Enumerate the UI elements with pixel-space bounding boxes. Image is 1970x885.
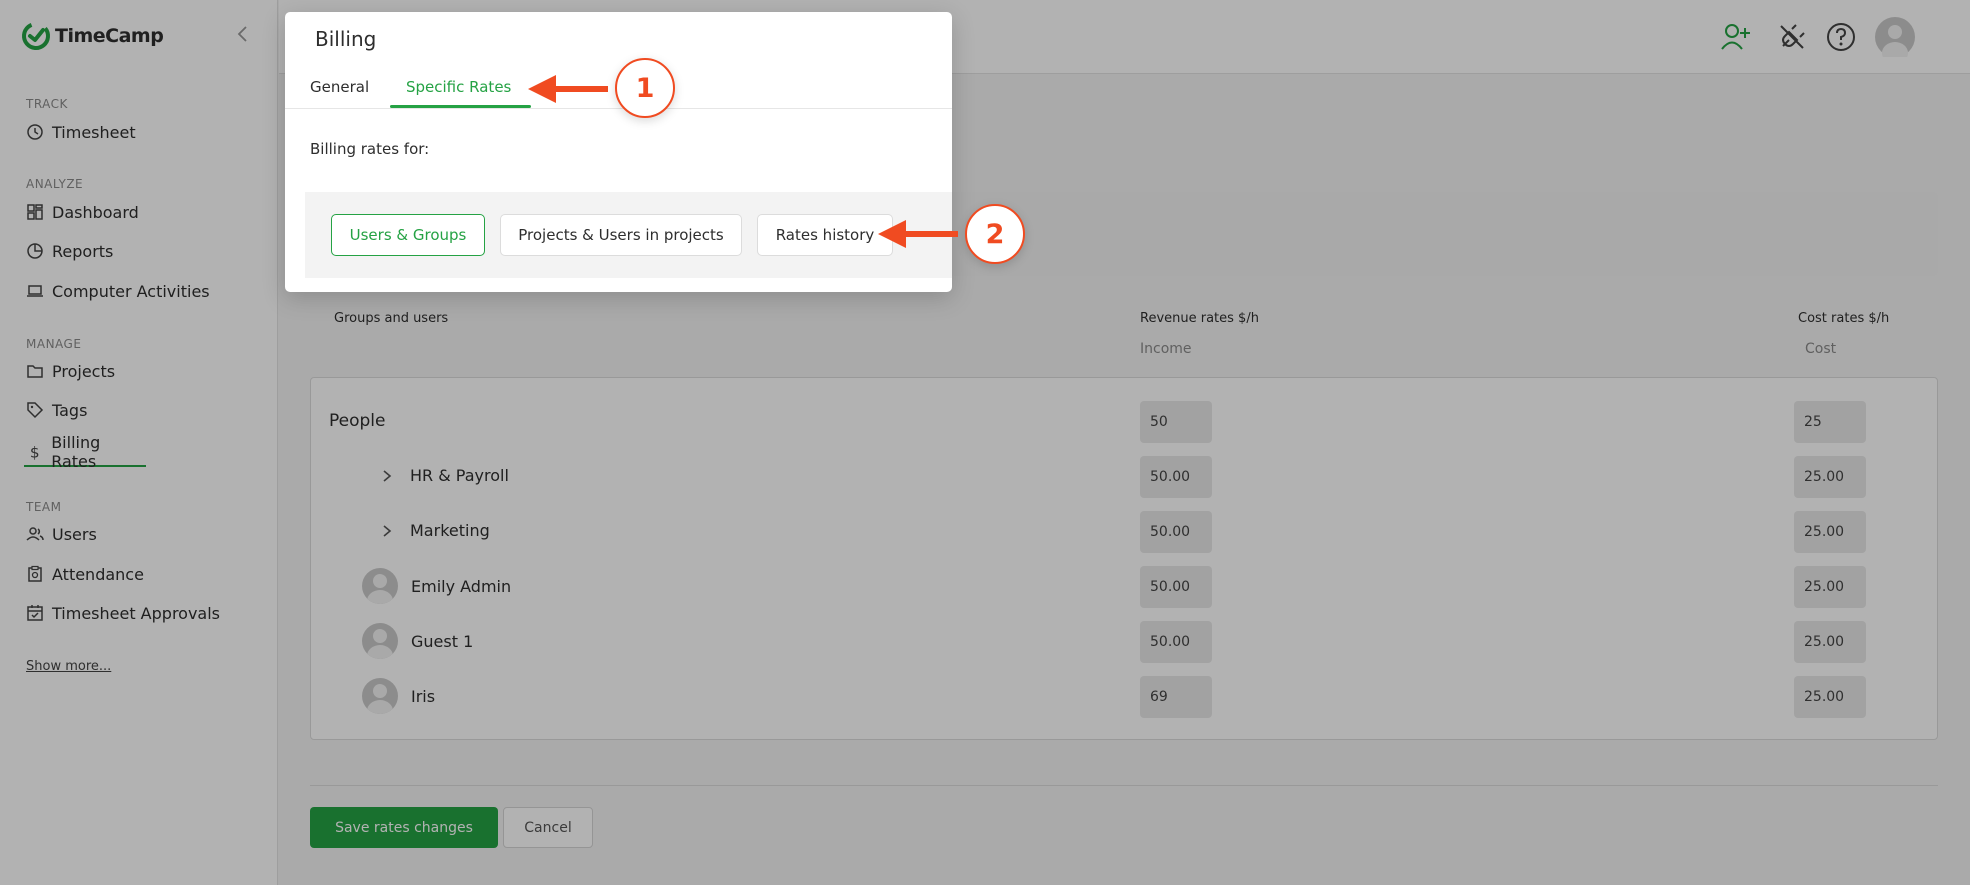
tab-general[interactable]: General — [310, 78, 369, 96]
tabs-divider — [285, 108, 952, 109]
annotation-arrow-2 — [878, 220, 958, 248]
projects-users-button[interactable]: Projects & Users in projects — [500, 214, 742, 256]
billing-rates-for-label: Billing rates for: — [310, 140, 430, 158]
annotation-arrow-1 — [528, 75, 608, 103]
rates-history-button[interactable]: Rates history — [757, 214, 893, 256]
rate-scope-selector: Users & Groups Projects & Users in proje… — [305, 192, 952, 278]
annotation-callout-2: 2 — [965, 204, 1025, 264]
annotation-callout-1: 1 — [615, 58, 675, 118]
tab-specific-rates[interactable]: Specific Rates — [406, 78, 511, 96]
modal-title: Billing — [315, 27, 377, 51]
users-groups-button[interactable]: Users & Groups — [331, 214, 485, 256]
billing-modal: Billing General Specific Rates Billing r… — [285, 12, 952, 292]
